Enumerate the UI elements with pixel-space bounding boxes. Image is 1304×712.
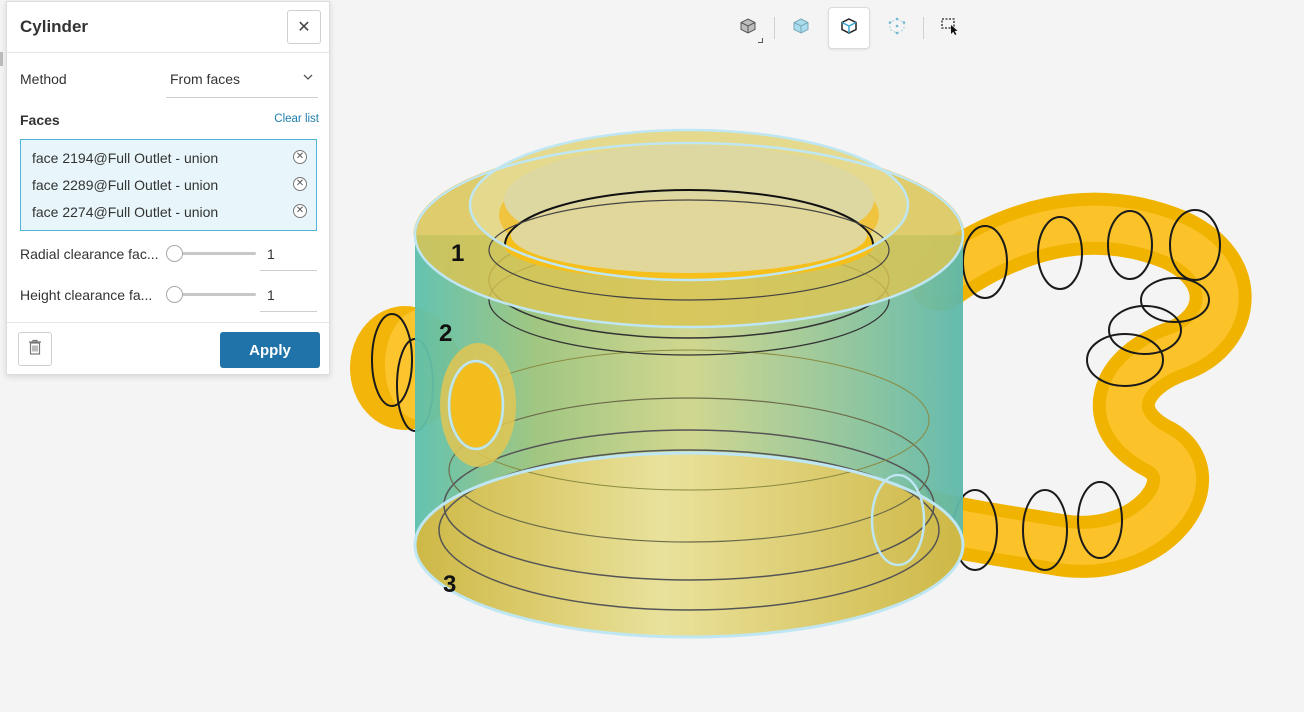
faces-header: Faces Clear list: [20, 112, 319, 132]
faces-label: Faces: [20, 112, 60, 128]
panel-header: Cylinder ✕: [7, 2, 329, 53]
remove-icon[interactable]: ✕: [293, 150, 307, 164]
height-clearance-slider-thumb[interactable]: [166, 286, 183, 303]
main-cylinder-body: [413, 128, 965, 639]
annotation-2: 2: [439, 320, 452, 347]
delete-button[interactable]: [18, 332, 52, 366]
toolbar-separator: [923, 17, 924, 39]
collapsed-sidebar-handle[interactable]: [0, 52, 3, 66]
toolbar-separator: [774, 17, 775, 39]
remove-icon[interactable]: ✕: [293, 204, 307, 218]
method-value: From faces: [170, 71, 241, 87]
radial-clearance-row: Radial clearance fac... 1: [20, 237, 318, 271]
points-view-icon: [888, 17, 906, 40]
height-clearance-row: Height clearance fa... 1: [20, 278, 318, 312]
face-item-label: face 2289@Full Outlet - union: [32, 177, 219, 193]
radial-clearance-input[interactable]: 1: [260, 237, 317, 271]
apply-button[interactable]: Apply: [220, 332, 320, 368]
annotation-1: 1: [451, 240, 464, 267]
box-select-button[interactable]: [929, 7, 971, 49]
points-view-button[interactable]: [876, 7, 918, 49]
cylinder-panel: Cylinder ✕ Method From faces Faces Clear…: [6, 1, 330, 375]
panel-title: Cylinder: [20, 17, 89, 36]
panel-footer: Apply: [7, 322, 329, 375]
method-select[interactable]: From faces: [166, 64, 318, 98]
box-select-icon: [940, 16, 960, 41]
height-clearance-label: Height clearance fa...: [20, 287, 153, 303]
radial-clearance-label: Radial clearance fac...: [20, 246, 159, 262]
method-label: Method: [20, 71, 67, 87]
height-clearance-input[interactable]: 1: [260, 278, 317, 312]
list-item[interactable]: face 2274@Full Outlet - union ✕: [32, 202, 312, 222]
view-cube-icon: [739, 17, 757, 40]
faces-list[interactable]: face 2194@Full Outlet - union ✕ face 228…: [20, 139, 317, 231]
trash-icon: [28, 339, 42, 360]
clear-list-link[interactable]: Clear list: [274, 113, 319, 125]
view-cube-button[interactable]: [727, 7, 769, 49]
solid-view-button[interactable]: [780, 7, 822, 49]
height-clearance-value: 1: [267, 287, 275, 303]
wireframe-edges-button[interactable]: [828, 7, 870, 49]
list-item[interactable]: face 2194@Full Outlet - union ✕: [32, 148, 312, 168]
face-item-label: face 2194@Full Outlet - union: [32, 150, 219, 166]
remove-icon[interactable]: ✕: [293, 177, 307, 191]
method-row: Method From faces: [20, 64, 318, 98]
radial-clearance-value: 1: [267, 246, 275, 262]
annotation-3: 3: [443, 571, 456, 598]
chevron-down-icon: [302, 70, 314, 88]
radial-clearance-slider-thumb[interactable]: [166, 245, 183, 262]
list-item[interactable]: face 2289@Full Outlet - union ✕: [32, 175, 312, 195]
view-toolbar: [724, 6, 974, 50]
close-button[interactable]: ✕: [287, 10, 321, 44]
close-icon: ✕: [297, 19, 311, 36]
wireframe-edges-icon: [840, 17, 858, 40]
solid-view-icon: [792, 17, 810, 40]
face-item-label: face 2274@Full Outlet - union: [32, 204, 219, 220]
